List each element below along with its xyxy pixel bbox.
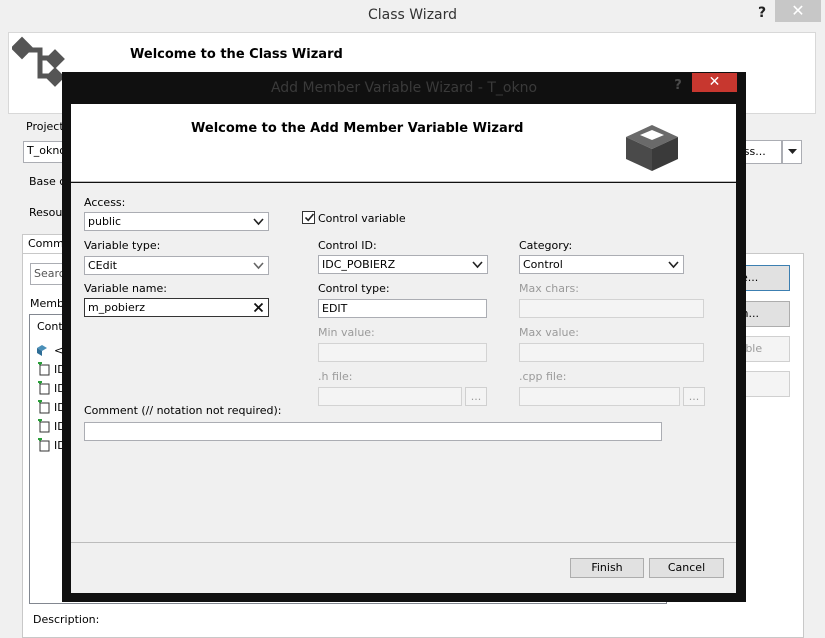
members-list-header: Cont	[37, 320, 63, 333]
base-class-label: Base c	[29, 175, 66, 188]
parent-close-button[interactable]: ✕	[775, 0, 821, 22]
members-list-items: < ID ID ID ID ID	[35, 341, 66, 452]
comment-label: Comment (// notation not required):	[84, 404, 282, 417]
chevron-down-icon	[668, 261, 679, 269]
control-variable-checkbox[interactable]	[302, 211, 315, 224]
clear-icon[interactable]	[253, 302, 264, 313]
class-dropdown-button[interactable]	[782, 140, 802, 164]
category-select[interactable]: Control	[519, 255, 684, 274]
chevron-down-icon	[788, 149, 797, 154]
control-id-icon	[38, 419, 50, 433]
max-value-label: Max value:	[519, 326, 579, 339]
access-select[interactable]: public	[84, 212, 269, 231]
checkmark-icon	[304, 213, 315, 222]
cpp-file-browse-button[interactable]: ...	[683, 387, 705, 406]
class-wizard-logo-icon	[12, 36, 65, 87]
finish-button[interactable]: Finish	[570, 558, 644, 578]
max-chars-label: Max chars:	[519, 282, 579, 295]
tab-commands[interactable]: Comm	[22, 234, 67, 254]
parent-help-button[interactable]: ?	[752, 3, 772, 23]
chevron-down-icon	[472, 261, 483, 269]
category-label: Category:	[519, 239, 573, 252]
access-label: Access:	[84, 196, 126, 209]
variable-name-label: Variable name:	[84, 282, 167, 295]
resource-label: Resou	[29, 206, 63, 219]
members-label: Memb	[30, 297, 64, 310]
control-id-select[interactable]: IDC_POBIERZ	[318, 255, 488, 274]
project-label: Project	[26, 120, 64, 133]
dialog-welcome: Welcome to the Add Member Variable Wizar…	[191, 121, 524, 136]
dialog-close-button[interactable]: ✕	[692, 73, 737, 92]
control-variable-label[interactable]: Control variable	[318, 212, 406, 225]
control-id-icon	[38, 438, 50, 452]
control-id-icon	[38, 362, 50, 376]
min-value-input[interactable]	[318, 343, 487, 362]
max-value-input[interactable]	[519, 343, 704, 362]
control-type-field[interactable]: EDIT	[318, 299, 487, 318]
description-label: Description:	[33, 613, 100, 626]
h-file-input[interactable]	[318, 387, 462, 406]
variable-type-label: Variable type:	[84, 239, 161, 252]
comment-input[interactable]	[84, 422, 662, 441]
cancel-button[interactable]: Cancel	[649, 558, 724, 578]
wizard-box-icon	[626, 125, 678, 171]
control-id-label: Control ID:	[318, 239, 377, 252]
h-file-label: .h file:	[318, 370, 353, 383]
chevron-down-icon	[253, 218, 264, 226]
class-wizard-title: Class Wizard	[0, 0, 825, 30]
max-chars-input[interactable]	[519, 299, 704, 318]
cpp-file-label: .cpp file:	[519, 370, 567, 383]
control-id-icon	[38, 381, 50, 395]
cpp-file-input[interactable]	[519, 387, 680, 406]
class-member-icon	[37, 345, 47, 356]
chevron-down-icon	[253, 262, 264, 270]
min-value-label: Min value:	[318, 326, 375, 339]
variable-type-combo[interactable]: CEdit	[84, 256, 269, 275]
variable-name-input[interactable]: m_pobierz	[84, 298, 269, 317]
dialog-footer-divider	[71, 542, 736, 543]
class-wizard-welcome: Welcome to the Class Wizard	[130, 47, 343, 62]
h-file-browse-button[interactable]: ...	[465, 387, 487, 406]
dialog-title: Add Member Variable Wizard - T_okno	[270, 80, 538, 96]
control-type-label: Control type:	[318, 282, 390, 295]
dialog-help-button[interactable]: ?	[668, 76, 688, 96]
control-id-icon	[38, 400, 50, 414]
